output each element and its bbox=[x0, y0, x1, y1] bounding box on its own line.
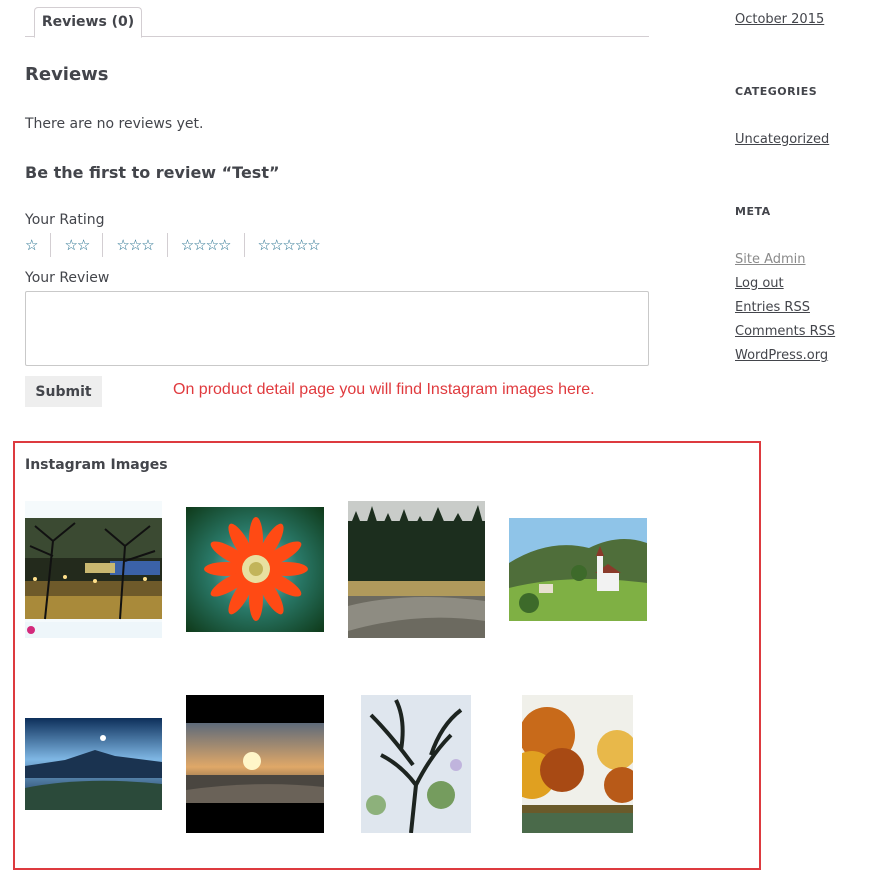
meta-link-wordpress-org[interactable]: WordPress.org bbox=[735, 348, 828, 363]
instagram-image-7[interactable] bbox=[361, 695, 471, 833]
categories-heading: CATEGORIES bbox=[735, 85, 818, 98]
tab-reviews[interactable]: Reviews (0) bbox=[34, 7, 142, 38]
meta-link-comments-rss[interactable]: Comments RSS bbox=[735, 324, 835, 339]
rating-label: Your Rating bbox=[25, 212, 105, 228]
tree-branches-image bbox=[361, 695, 471, 833]
forest-river-image bbox=[348, 501, 485, 638]
meta-heading: META bbox=[735, 205, 771, 218]
city-night-image bbox=[25, 501, 162, 638]
first-review-heading: Be the first to review “Test” bbox=[25, 163, 280, 182]
submit-button[interactable]: Submit bbox=[25, 376, 102, 407]
meta-link-site-admin[interactable]: Site Admin bbox=[735, 252, 806, 267]
instagram-annotation: On product detail page you will find Ins… bbox=[173, 381, 595, 398]
sunset-image bbox=[186, 695, 324, 833]
instagram-image-3[interactable] bbox=[348, 501, 485, 638]
star-rating: ☆ ☆☆ ☆☆☆ ☆☆☆☆ ☆☆☆☆☆ bbox=[25, 233, 333, 257]
meta-link-log-out[interactable]: Log out bbox=[735, 276, 784, 291]
instagram-title: Instagram Images bbox=[25, 457, 168, 473]
rating-1-star[interactable]: ☆ bbox=[25, 233, 50, 257]
archive-link-october-2015[interactable]: October 2015 bbox=[735, 12, 824, 27]
instagram-image-4[interactable] bbox=[509, 518, 647, 621]
rating-2-stars[interactable]: ☆☆ bbox=[50, 233, 102, 257]
rating-5-stars[interactable]: ☆☆☆☆☆ bbox=[243, 233, 333, 257]
review-label: Your Review bbox=[25, 270, 110, 286]
reviews-heading: Reviews bbox=[25, 64, 109, 85]
category-link-uncategorized[interactable]: Uncategorized bbox=[735, 132, 829, 147]
gerbera-flower-image bbox=[186, 507, 324, 632]
instagram-image-5[interactable] bbox=[25, 718, 162, 810]
blue-lake-image bbox=[25, 718, 162, 810]
instagram-image-8[interactable] bbox=[522, 695, 633, 833]
instagram-image-1[interactable] bbox=[25, 501, 162, 638]
rating-3-stars[interactable]: ☆☆☆ bbox=[102, 233, 166, 257]
meta-link-entries-rss[interactable]: Entries RSS bbox=[735, 300, 810, 315]
product-tabs: Reviews (0) bbox=[25, 0, 649, 38]
autumn-forest-image bbox=[522, 695, 633, 833]
review-textarea[interactable] bbox=[25, 291, 649, 366]
no-reviews-text: There are no reviews yet. bbox=[25, 116, 204, 132]
hillside-church-image bbox=[509, 518, 647, 621]
instagram-image-2[interactable] bbox=[186, 507, 324, 632]
rating-4-stars[interactable]: ☆☆☆☆ bbox=[166, 233, 244, 257]
instagram-image-6[interactable] bbox=[186, 695, 324, 833]
